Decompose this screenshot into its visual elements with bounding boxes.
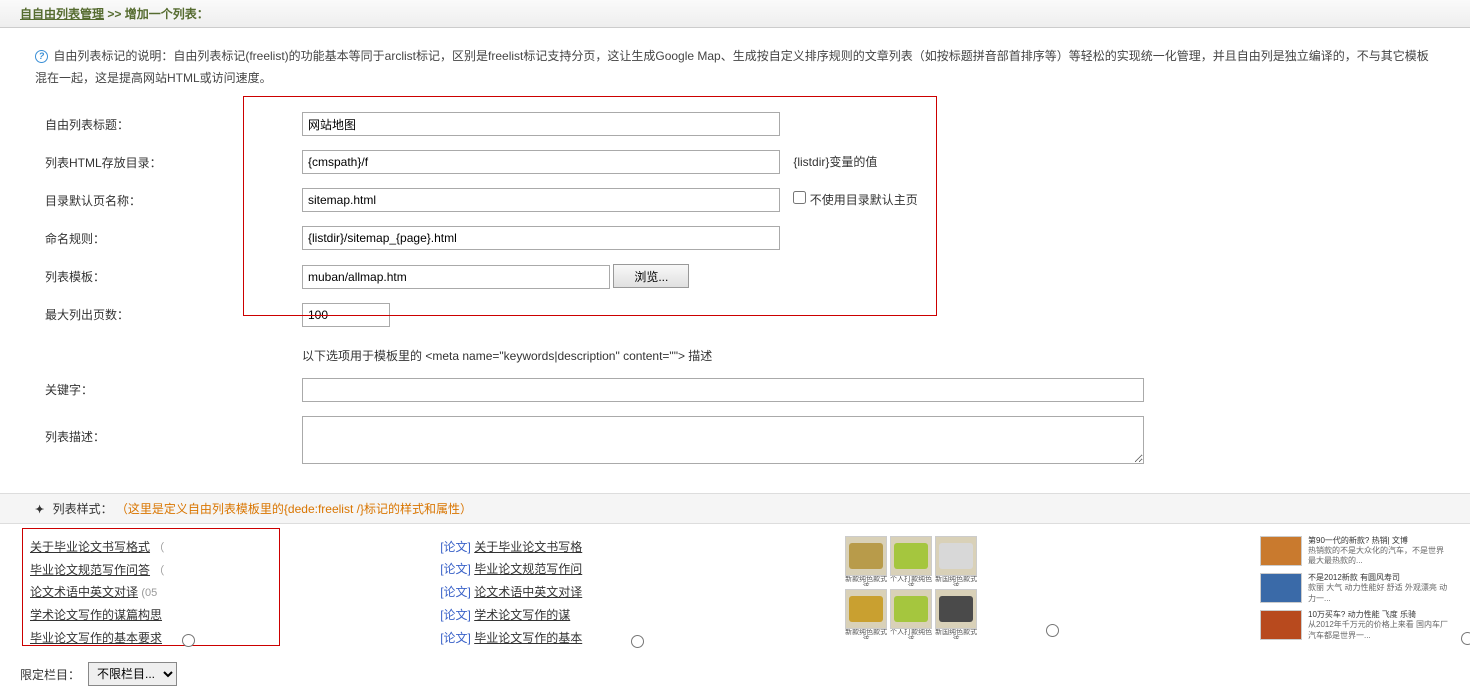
style-radio-1[interactable] xyxy=(182,634,195,647)
checkbox-nodef[interactable] xyxy=(793,191,806,204)
label-nodef: 不使用目录默认主页 xyxy=(810,193,918,207)
help-icon: ? xyxy=(35,50,48,63)
label-rule: 命名规则： xyxy=(37,220,292,256)
select-column[interactable]: 不限栏目... xyxy=(88,662,177,686)
style-option-2: [论文] 关于毕业论文书写格[论文] 毕业论文规范写作问[论文] 论文术语中英文… xyxy=(440,536,620,650)
thumbnail[interactable] xyxy=(890,589,932,629)
car-list-item[interactable]: 不是2012新款 有圆风寿司款丽 大气 动力性能好 舒适 外观漂亮 动力一... xyxy=(1260,573,1450,604)
list-item-link[interactable]: 关于毕业论文书写格式 xyxy=(30,540,150,554)
section-title: 列表样式： xyxy=(53,502,113,516)
input-description[interactable] xyxy=(302,416,1144,464)
thumbnail[interactable] xyxy=(890,536,932,576)
input-rule[interactable] xyxy=(302,226,780,250)
list-item-link[interactable]: 论文术语中英文对译 xyxy=(30,585,138,599)
breadcrumb-sep: >> xyxy=(104,7,125,21)
section-header: ✦ 列表样式： （这里是定义自由列表模板里的{dede:freelist /}标… xyxy=(0,493,1470,524)
style-option-4: 第90一代的新款? 热销| 文博热销款的不是大众化的汽车，不是世界最大最热款的.… xyxy=(1260,536,1450,648)
info-label: 自由列表标记的说明：自由列表标记(freelist)的功能基本等同于arclis… xyxy=(35,49,1429,85)
car-list-item[interactable]: 第90一代的新款? 热销| 文博热销款的不是大众化的汽车，不是世界最大最热款的.… xyxy=(1260,536,1450,567)
thumbnail xyxy=(1260,536,1302,566)
label-keywords: 关键字： xyxy=(37,372,292,408)
label-maxpage: 最大列出页数： xyxy=(37,297,292,333)
style-option-1: 关于毕业论文书写格式 （毕业论文规范写作问答 （论文术语中英文对译 (05学术论… xyxy=(30,536,280,650)
dir-hint: {listdir}变量的值 xyxy=(793,155,877,169)
form-table: 自由列表标题： 列表HTML存放目录： {listdir}变量的值 目录默认页名… xyxy=(35,104,1440,475)
list-item-link[interactable]: 论文术语中英文对译 xyxy=(474,585,582,599)
list-item-link[interactable]: 毕业论文规范写作问答 xyxy=(30,563,150,577)
input-maxpage[interactable] xyxy=(302,303,390,327)
car-list-item[interactable]: 10万买车? 动力性能 飞度 乐骑从2012年千万元的价格上来看 国内车厂汽车都… xyxy=(1260,610,1450,641)
style-options: 关于毕业论文书写格式 （毕业论文规范写作问答 （论文术语中英文对译 (05学术论… xyxy=(0,524,1470,660)
input-keywords[interactable] xyxy=(302,378,1144,402)
list-item-link[interactable]: 毕业论文写作的基本要求 xyxy=(30,631,162,645)
label-title: 自由列表标题： xyxy=(37,106,292,142)
collapse-icon[interactable]: ✦ xyxy=(35,504,44,516)
meta-hint: 以下选项用于模板里的 <meta name="keywords|descript… xyxy=(294,335,1438,370)
input-default[interactable] xyxy=(302,188,780,212)
thumbnail xyxy=(1260,610,1302,640)
breadcrumb-link[interactable]: 自自由列表管理 xyxy=(20,7,104,21)
info-text: ? 自由列表标记的说明：自由列表标记(freelist)的功能基本等同于arcl… xyxy=(35,46,1440,89)
style-radio-3[interactable] xyxy=(1046,624,1059,637)
section-note: （这里是定义自由列表模板里的{dede:freelist /}标记的样式和属性） xyxy=(116,502,472,516)
style-radio-4[interactable] xyxy=(1461,632,1470,645)
breadcrumb: 自自由列表管理 >> 增加一个列表： xyxy=(0,0,1470,28)
label-column: 限定栏目： xyxy=(20,666,80,683)
breadcrumb-current: 增加一个列表： xyxy=(125,7,209,21)
thumbnail[interactable] xyxy=(845,536,887,576)
thumbnail xyxy=(1260,573,1302,603)
label-template: 列表模板： xyxy=(37,258,292,295)
list-item-link[interactable]: 学术论文写作的谋篇构思 xyxy=(30,608,162,622)
input-template[interactable] xyxy=(302,265,610,289)
style-option-3: 新款纯色款式 该个人打款纯色 该新国纯色款式 该新款纯色款式 该个人打款纯色 该… xyxy=(845,536,1035,639)
input-dir[interactable] xyxy=(302,150,780,174)
thumbnail[interactable] xyxy=(845,589,887,629)
thumbnail[interactable] xyxy=(935,536,977,576)
label-dir: 列表HTML存放目录： xyxy=(37,144,292,180)
list-item-link[interactable]: 关于毕业论文书写格 xyxy=(474,540,582,554)
label-description: 列表描述： xyxy=(37,410,292,473)
input-title[interactable] xyxy=(302,112,780,136)
label-default: 目录默认页名称： xyxy=(37,182,292,218)
bottom-row: 限定栏目： 不限栏目... xyxy=(0,660,1470,694)
style-radio-2[interactable] xyxy=(631,635,644,648)
thumbnail[interactable] xyxy=(935,589,977,629)
list-item-link[interactable]: 学术论文写作的谋 xyxy=(474,608,570,622)
browse-button[interactable]: 浏览... xyxy=(613,264,689,288)
list-item-link[interactable]: 毕业论文写作的基本 xyxy=(474,631,582,645)
list-item-link[interactable]: 毕业论文规范写作问 xyxy=(474,562,582,576)
